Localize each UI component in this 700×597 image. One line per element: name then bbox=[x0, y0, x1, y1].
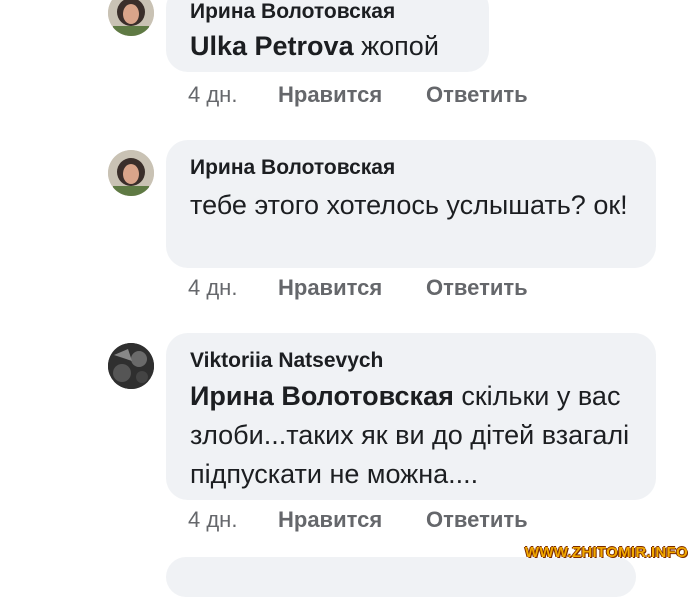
avatar-photo-icon bbox=[108, 343, 154, 389]
reply-button[interactable]: Ответить bbox=[426, 275, 528, 301]
comment-body: тебе этого хотелось услышать? ок! bbox=[190, 190, 628, 220]
comment-text: Ulka Petrova жопой bbox=[190, 27, 471, 66]
comment-bubble: Viktoriia Natsevych Ирина Волотовская ск… bbox=[166, 333, 656, 500]
comment-author[interactable]: Ирина Волотовская bbox=[190, 156, 395, 180]
comment-text: тебе этого хотелось услышать? ок! bbox=[190, 186, 638, 225]
reply-button[interactable]: Ответить bbox=[426, 82, 528, 108]
like-button[interactable]: Нравится bbox=[278, 82, 382, 108]
comment-time[interactable]: 4 дн. bbox=[188, 275, 237, 301]
comment-time[interactable]: 4 дн. bbox=[188, 82, 237, 108]
comment-mention[interactable]: Ulka Petrova bbox=[190, 31, 354, 61]
comment-text: Ирина Волотовская скільки у вас злоби...… bbox=[190, 377, 638, 494]
comment-author[interactable]: Ирина Волотовская bbox=[190, 0, 395, 24]
avatar-photo-icon bbox=[108, 0, 154, 36]
comment-bubble bbox=[166, 557, 636, 597]
watermark: WWW.ZHITOMIR.INFO bbox=[524, 544, 688, 561]
comment-body: жопой bbox=[361, 31, 439, 61]
avatar[interactable] bbox=[108, 0, 154, 36]
like-button[interactable]: Нравится bbox=[278, 507, 382, 533]
avatar[interactable] bbox=[108, 343, 154, 389]
comment-author[interactable]: Viktoriia Natsevych bbox=[190, 349, 383, 373]
comment-bubble: Ирина Волотовская Ulka Petrova жопой bbox=[166, 0, 489, 72]
avatar-photo-icon bbox=[108, 150, 154, 196]
reply-button[interactable]: Ответить bbox=[426, 507, 528, 533]
comment-bubble: Ирина Волотовская тебе этого хотелось ус… bbox=[166, 140, 656, 268]
avatar[interactable] bbox=[108, 150, 154, 196]
comment-time[interactable]: 4 дн. bbox=[188, 507, 237, 533]
like-button[interactable]: Нравится bbox=[278, 275, 382, 301]
comment-mention[interactable]: Ирина Волотовская bbox=[190, 381, 454, 411]
